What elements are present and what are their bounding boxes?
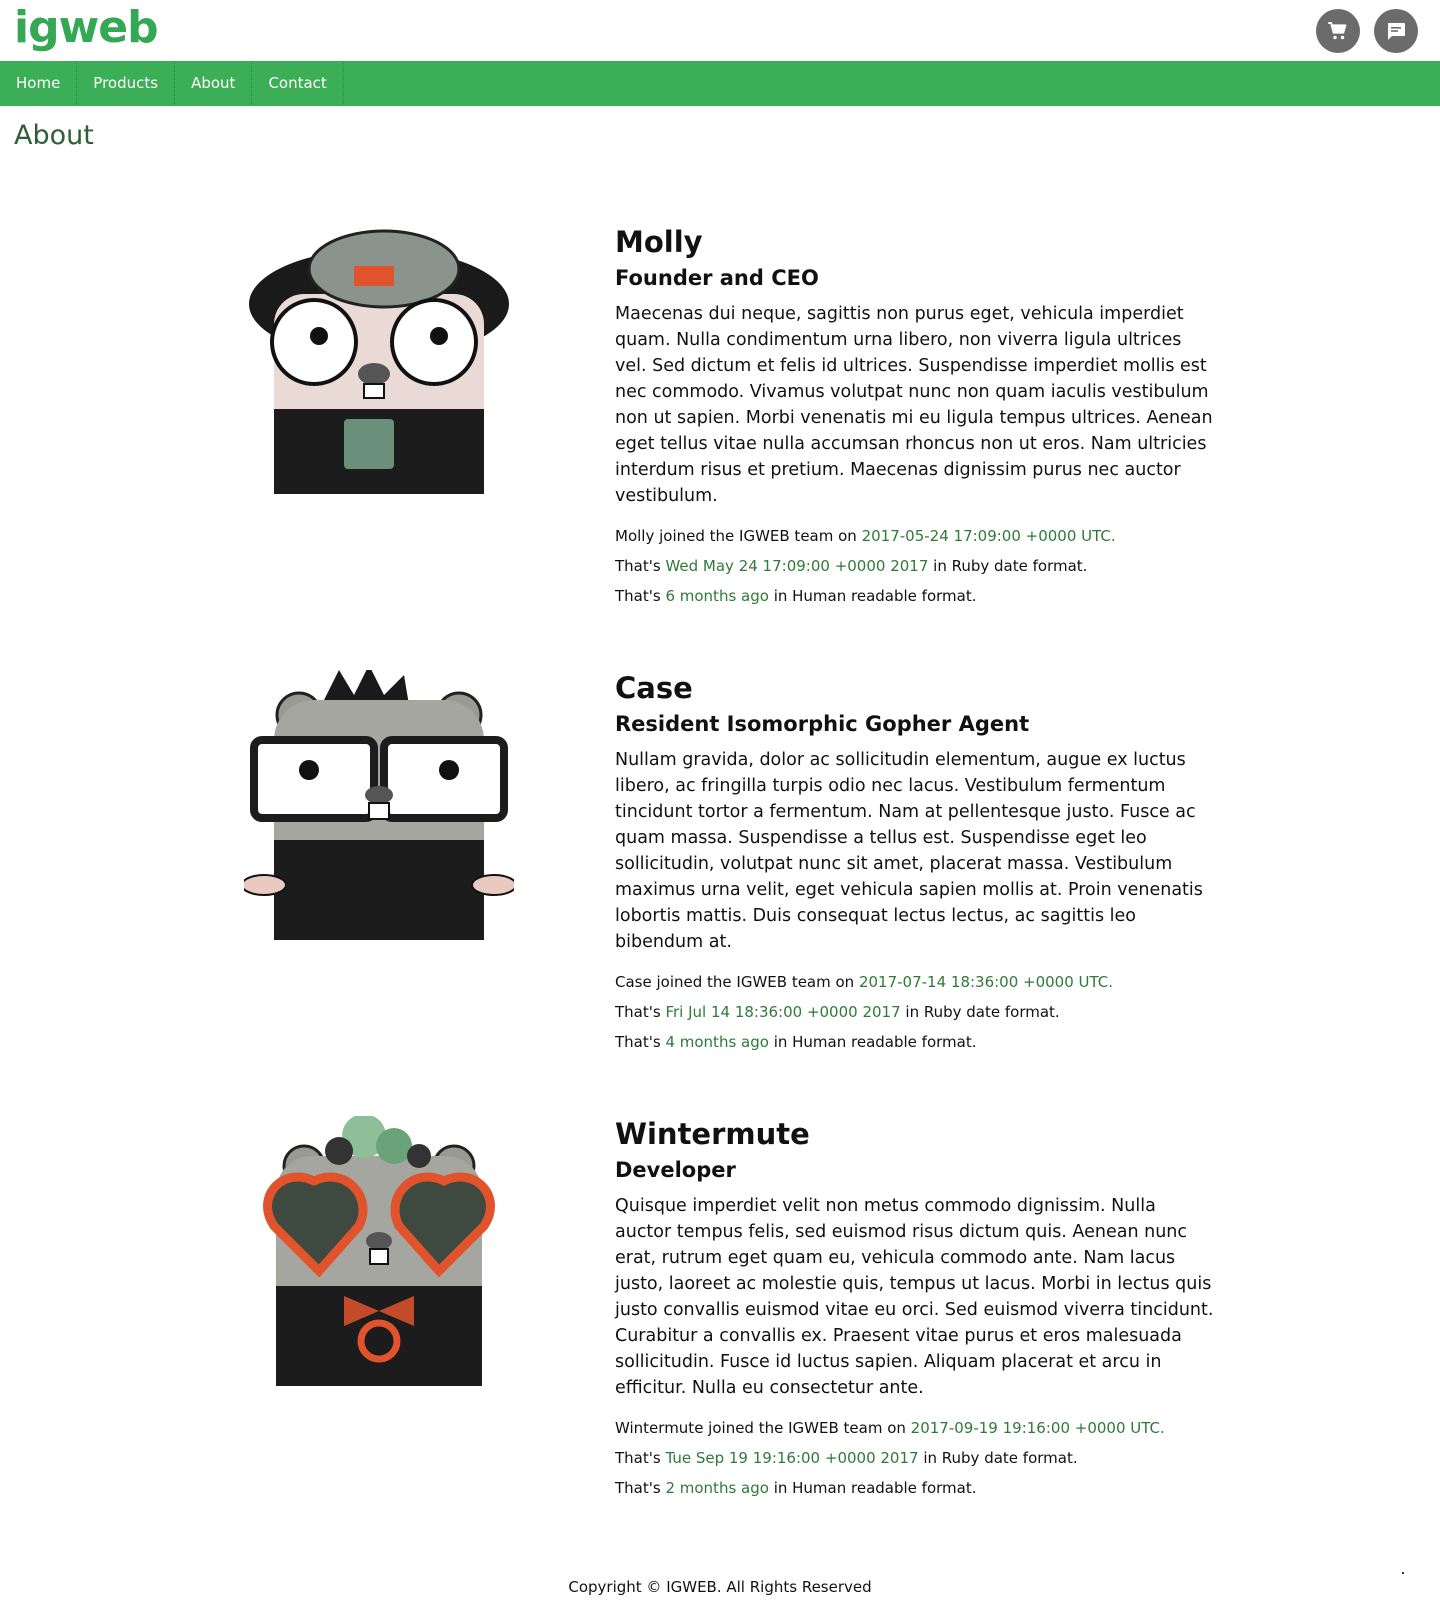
ruby-date: Wed May 24 17:09:00 +0000 2017	[665, 557, 929, 575]
ruby-prefix: That's	[615, 1003, 666, 1021]
ruby-date: Fri Jul 14 18:36:00 +0000 2017	[665, 1003, 901, 1021]
joined-date: 2017-05-24 17:09:00 +0000 UTC.	[861, 527, 1116, 545]
member-role: Founder and CEO	[615, 266, 819, 290]
chat-icon	[1388, 23, 1405, 40]
chat-button[interactable]	[1374, 9, 1418, 53]
joined-line: Wintermute joined the IGWEB team on 2017…	[615, 1413, 1215, 1443]
member-bio: Maecenas dui neque, sagittis non purus e…	[615, 304, 1213, 506]
joined-date: 2017-09-19 19:16:00 +0000 UTC.	[910, 1419, 1165, 1437]
joined-prefix: Molly joined the IGWEB team on	[615, 527, 862, 545]
ruby-date-line: That's Wed May 24 17:09:00 +0000 2017 in…	[615, 551, 1215, 581]
human-prefix: That's	[615, 1479, 666, 1497]
avatar-wintermute	[244, 1114, 514, 1386]
member-info: Wintermute Developer Quisque imperdiet v…	[615, 1116, 1215, 1503]
avatar-molly	[244, 224, 514, 494]
joined-prefix: Wintermute joined the IGWEB team on	[615, 1419, 911, 1437]
human-prefix: That's	[615, 587, 666, 605]
decorative-dot	[1402, 1572, 1404, 1574]
joined-date: 2017-07-14 18:36:00 +0000 UTC.	[858, 973, 1114, 991]
human-date: 2 months ago	[665, 1479, 769, 1497]
footer-copyright: Copyright © IGWEB. All Rights Reserved	[568, 1578, 872, 1596]
avatar-case	[241, 665, 517, 940]
page-title: About	[14, 120, 94, 151]
member-info: Molly Founder and CEO Maecenas dui neque…	[615, 224, 1215, 611]
main-nav: Home Products About Contact	[0, 61, 1440, 106]
ruby-suffix: in Ruby date format.	[900, 1003, 1060, 1021]
human-suffix: in Human readable format.	[768, 587, 977, 605]
cart-icon	[1328, 22, 1347, 40]
human-date-line: That's 2 months ago in Human readable fo…	[615, 1473, 1215, 1503]
ruby-date-line: That's Tue Sep 19 19:16:00 +0000 2017 in…	[615, 1443, 1215, 1473]
human-suffix: in Human readable format.	[768, 1479, 977, 1497]
site-logo[interactable]: igweb	[14, 0, 159, 56]
cart-button[interactable]	[1316, 9, 1360, 53]
human-date-line: That's 4 months ago in Human readable fo…	[615, 1027, 1215, 1057]
site-header: igweb	[0, 0, 1440, 60]
human-date: 4 months ago	[665, 1033, 769, 1051]
human-date-line: That's 6 months ago in Human readable fo…	[615, 581, 1215, 611]
ruby-date-line: That's Fri Jul 14 18:36:00 +0000 2017 in…	[615, 997, 1215, 1027]
joined-line: Molly joined the IGWEB team on 2017-05-2…	[615, 521, 1215, 551]
member-name: Case	[615, 671, 693, 705]
ruby-suffix: in Ruby date format.	[918, 1449, 1078, 1467]
human-suffix: in Human readable format.	[768, 1033, 977, 1051]
ruby-date: Tue Sep 19 19:16:00 +0000 2017	[665, 1449, 919, 1467]
nav-home[interactable]: Home	[0, 61, 78, 106]
member-info: Case Resident Isomorphic Gopher Agent Nu…	[615, 670, 1215, 1057]
ruby-prefix: That's	[615, 1449, 666, 1467]
joined-prefix: Case joined the IGWEB team on	[615, 973, 859, 991]
ruby-suffix: in Ruby date format.	[928, 557, 1088, 575]
member-role: Resident Isomorphic Gopher Agent	[615, 712, 1030, 736]
nav-products[interactable]: Products	[77, 61, 176, 106]
member-role: Developer	[615, 1158, 736, 1182]
human-prefix: That's	[615, 1033, 666, 1051]
nav-about[interactable]: About	[175, 61, 253, 106]
member-name: Molly	[615, 225, 703, 259]
member-bio: Nullam gravida, dolor ac sollicitudin el…	[615, 750, 1203, 952]
ruby-prefix: That's	[615, 557, 666, 575]
human-date: 6 months ago	[665, 587, 769, 605]
nav-contact[interactable]: Contact	[252, 61, 344, 106]
joined-line: Case joined the IGWEB team on 2017-07-14…	[615, 967, 1215, 997]
member-bio: Quisque imperdiet velit non metus commod…	[615, 1196, 1214, 1398]
member-name: Wintermute	[615, 1117, 810, 1151]
